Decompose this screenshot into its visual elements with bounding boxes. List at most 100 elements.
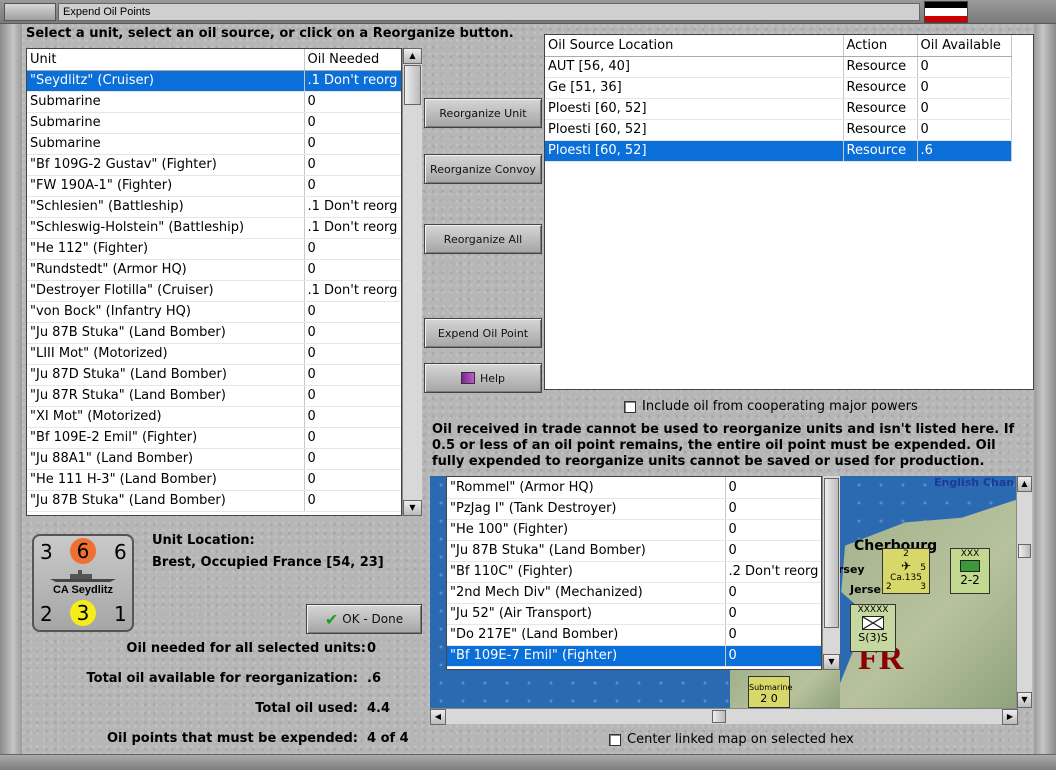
unit-row[interactable]: "Ju 87R Stuka" (Land Bomber) 0 [27, 385, 401, 407]
unit-row[interactable]: "Ju 87B Stuka" (Land Bomber) 0 [27, 490, 401, 512]
help-button[interactable]: Help [424, 363, 542, 393]
counter-unit-name: CA Seydlitz [52, 584, 114, 596]
unit-row[interactable]: "Ju 87B Stuka" (Land Bomber) 0 [27, 322, 401, 344]
unit-row[interactable]: "He 111 H-3" (Land Bomber) 0 [27, 469, 401, 491]
units-table: Unit Oil Needed "Seydlitz" (Cruiser) .1 D… [26, 48, 402, 516]
oil-source-cell: Ploesti [60, 52] [545, 140, 844, 162]
unit-cell: 0 [304, 301, 401, 323]
ok-done-button[interactable]: ✔ OK - Done [306, 604, 422, 634]
reorganize-all-button[interactable]: Reorganize All [424, 224, 542, 254]
unit-cell: Submarine [27, 133, 305, 155]
map-horizontal-scrollbar[interactable]: ◀ ▶ [430, 708, 1018, 725]
map-vscroll-thumb[interactable] [1018, 544, 1031, 558]
checkmark-icon: ✔ [324, 609, 339, 629]
unit-cell: .1 Don't reorg [304, 70, 401, 92]
unit-row[interactable]: "Ju 88A1" (Land Bomber) 0 [27, 448, 401, 470]
hex-unit-cell: "Bf 109E-7 Emil" (Fighter) [447, 645, 726, 667]
unit-row[interactable]: "XI Mot" (Motorized) 0 [27, 406, 401, 428]
hex-unit-cell: 0 [725, 645, 821, 667]
include-oil-label: Include oil from cooperating major power… [642, 399, 918, 414]
unit-row[interactable]: "He 112" (Fighter) 0 [27, 238, 401, 260]
map-scroll-left-icon[interactable]: ◀ [430, 709, 446, 725]
hex-unit-row[interactable]: "Bf 109E-7 Emil" (Fighter) 0 [447, 645, 821, 667]
unit-cell: 0 [304, 112, 401, 134]
column-header-oil-available[interactable]: Oil Available [917, 35, 1012, 57]
unit-row[interactable]: "FW 190A-1" (Fighter) 0 [27, 175, 401, 197]
hex-unit-row[interactable]: "Bf 110C" (Fighter) .2 Don't reorg [447, 561, 821, 583]
center-map-checkbox[interactable] [609, 734, 621, 746]
unit-cell: "Seydlitz" (Cruiser) [27, 70, 305, 92]
unit-row[interactable]: "Ju 87D Stuka" (Land Bomber) 0 [27, 364, 401, 386]
unit-cell: 0 [304, 133, 401, 155]
column-header-oil-needed[interactable]: Oil Needed [304, 49, 401, 71]
unit-row[interactable]: "Rundstedt" (Armor HQ) 0 [27, 259, 401, 281]
hex-unit-cell: 0 [725, 519, 821, 541]
map-chit-infantry[interactable]: XXXXX S(3)S [850, 604, 896, 652]
unit-row[interactable]: "Schlesien" (Battleship) .1 Don't reorg [27, 196, 401, 218]
unit-row[interactable]: "von Bock" (Infantry HQ) 0 [27, 301, 401, 323]
hex-unit-row[interactable]: "Ju 52" (Air Transport) 0 [447, 603, 821, 625]
must-expend-value: 4 of 4 [367, 731, 409, 746]
hex-units-scrollbar[interactable]: ▼ [822, 476, 840, 670]
reorganize-unit-button[interactable]: Reorganize Unit [424, 98, 542, 128]
unit-cell: "Ju 87R Stuka" (Land Bomber) [27, 385, 305, 407]
map-chit-infantry-top: XXXXX [857, 605, 889, 615]
unit-row[interactable]: "Bf 109E-2 Emil" (Fighter) 0 [27, 427, 401, 449]
unit-cell: "Schlesien" (Battleship) [27, 196, 305, 218]
hex-unit-cell: 0 [725, 477, 821, 499]
column-header-action[interactable]: Action [843, 35, 918, 57]
cruiser-ship-icon [48, 570, 118, 582]
counter-attack-value: 3 [40, 540, 53, 564]
hex-scroll-down-arrow-icon[interactable]: ▼ [823, 654, 840, 670]
map-scroll-down-icon[interactable]: ▼ [1017, 692, 1032, 708]
unit-cell: 0 [304, 364, 401, 386]
expend-oil-point-button[interactable]: Expend Oil Point [424, 318, 542, 348]
unit-row[interactable]: Submarine 0 [27, 112, 401, 134]
oil-source-row[interactable]: Ploesti [60, 52] Resource 0 [545, 119, 1012, 141]
map-hscroll-thumb[interactable] [712, 710, 726, 723]
units-scrollbar[interactable]: ▲ ▼ [402, 48, 422, 516]
window-menu-button[interactable] [4, 3, 56, 21]
unit-row[interactable]: "Seydlitz" (Cruiser) .1 Don't reorg [27, 70, 401, 92]
hex-unit-row[interactable]: "2nd Mech Div" (Mechanized) 0 [447, 582, 821, 604]
unit-row[interactable]: Submarine 0 [27, 133, 401, 155]
hex-unit-row[interactable]: "Rommel" (Armor HQ) 0 [447, 477, 821, 499]
unit-cell: .1 Don't reorg [304, 196, 401, 218]
unit-row[interactable]: "Destroyer Flotilla" (Cruiser) .1 Don't r… [27, 280, 401, 302]
oil-source-row[interactable]: Ploesti [60, 52] Resource 0 [545, 98, 1012, 120]
oil-source-row[interactable]: Ge [51, 36] Resource 0 [545, 77, 1012, 99]
hex-unit-row[interactable]: "PzJag I" (Tank Destroyer) 0 [447, 498, 821, 520]
unit-row[interactable]: Submarine 0 [27, 91, 401, 113]
oil-source-row[interactable]: AUT [56, 40] Resource 0 [545, 56, 1012, 78]
scroll-up-arrow-icon[interactable]: ▲ [403, 48, 422, 64]
column-header-source-location[interactable]: Oil Source Location [545, 35, 844, 57]
hex-unit-row[interactable]: "Ju 87B Stuka" (Land Bomber) 0 [447, 540, 821, 562]
map-chit-submarine[interactable]: Submarine 2 0 [748, 676, 792, 708]
hex-scroll-thumb[interactable] [824, 478, 839, 628]
map-chit-mech[interactable]: XXX 2-2 [950, 548, 990, 594]
scroll-thumb[interactable] [404, 65, 421, 105]
column-header-unit[interactable]: Unit [27, 49, 305, 71]
oil-source-row[interactable]: Ploesti [60, 52] Resource .6 [545, 140, 1012, 162]
hex-unit-row[interactable]: "Do 217E" (Land Bomber) 0 [447, 624, 821, 646]
oil-source-cell: Ge [51, 36] [545, 77, 844, 99]
map-vertical-scrollbar[interactable]: ▲ ▼ [1016, 476, 1032, 708]
unit-row[interactable]: "Schleswig-Holstein" (Battleship) .1 Don'… [27, 217, 401, 239]
oil-source-cell: Resource [843, 56, 918, 78]
reorganize-convoy-button[interactable]: Reorganize Convoy [424, 154, 542, 184]
scroll-down-arrow-icon[interactable]: ▼ [403, 500, 422, 516]
map-chit-air-right: 5 [920, 563, 926, 573]
include-oil-checkbox[interactable] [624, 401, 636, 413]
oil-source-cell: Resource [843, 77, 918, 99]
hex-unit-cell: "Ju 87B Stuka" (Land Bomber) [447, 540, 726, 562]
map-chit-air[interactable]: 2 ✈ Ca.135 5 2 3 [882, 548, 930, 594]
unit-row[interactable]: "LIII Mot" (Motorized) 0 [27, 343, 401, 365]
map-scroll-right-icon[interactable]: ▶ [1002, 709, 1018, 725]
unit-row[interactable]: "Bf 109G-2 Gustav" (Fighter) 0 [27, 154, 401, 176]
center-map-label: Center linked map on selected hex [627, 732, 854, 747]
map-scroll-up-icon[interactable]: ▲ [1017, 476, 1032, 492]
oil-source-cell: Resource [843, 98, 918, 120]
hex-unit-row[interactable]: "He 100" (Fighter) 0 [447, 519, 821, 541]
hex-unit-cell: 0 [725, 498, 821, 520]
oil-source-cell: Ploesti [60, 52] [545, 98, 844, 120]
